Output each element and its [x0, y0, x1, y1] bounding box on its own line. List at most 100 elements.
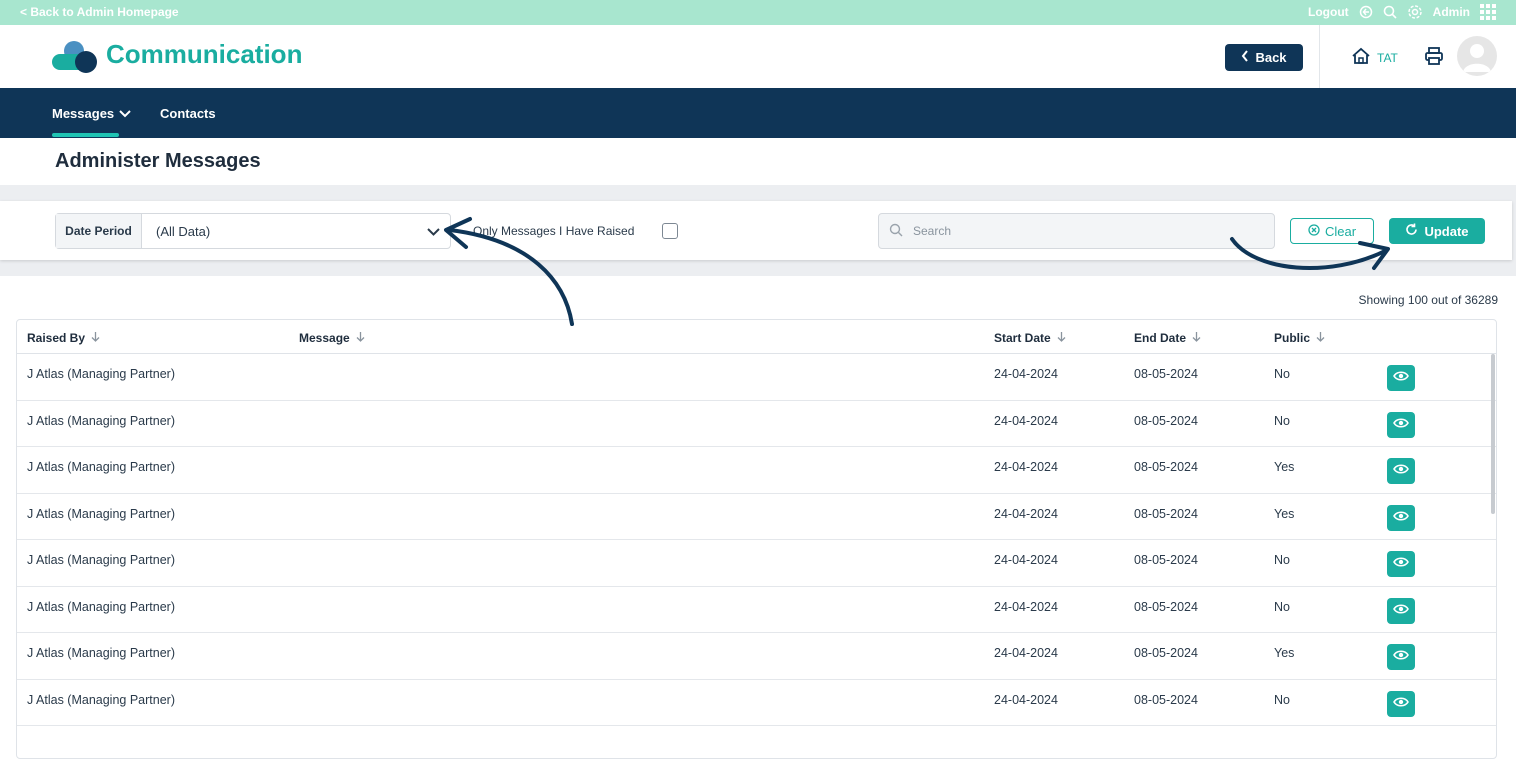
- main-nav: Messages Contacts: [0, 88, 1516, 138]
- cell-end-date: 08-05-2024: [1134, 599, 1198, 614]
- table-row[interactable]: J Atlas (Managing Partner) 24-04-2024 08-0…: [17, 494, 1496, 540]
- table-row[interactable]: J Atlas (Managing Partner) 24-04-2024 08-0…: [17, 633, 1496, 680]
- clear-button[interactable]: Clear: [1290, 218, 1374, 244]
- cell-end-date: 08-05-2024: [1134, 460, 1198, 474]
- search-icon: [889, 223, 903, 240]
- cell-start-date: 24-04-2024: [994, 599, 1058, 614]
- view-button[interactable]: [1387, 458, 1415, 484]
- top-bar-actions: Logout Admin: [1308, 4, 1496, 20]
- messages-table: Raised By Message Start Date End Date Pu…: [16, 319, 1497, 759]
- cell-start-date: 24-04-2024: [994, 646, 1058, 660]
- table-row[interactable]: J Atlas (Managing Partner) 24-04-2024 08-0…: [17, 587, 1496, 633]
- column-end-date[interactable]: End Date: [1134, 331, 1201, 345]
- back-to-admin-link[interactable]: < Back to Admin Homepage: [20, 5, 179, 19]
- eye-icon: [1393, 416, 1409, 434]
- cell-raised-by: J Atlas (Managing Partner): [27, 506, 175, 521]
- column-raised-by-label: Raised By: [27, 331, 86, 345]
- update-button-label: Update: [1424, 223, 1469, 239]
- column-message-label: Message: [299, 331, 350, 345]
- eye-icon: [1393, 369, 1409, 387]
- cell-start-date: 24-04-2024: [994, 413, 1058, 428]
- cell-raised-by: J Atlas (Managing Partner): [27, 599, 175, 614]
- avatar-icon[interactable]: [1457, 36, 1497, 76]
- column-public[interactable]: Public: [1274, 331, 1325, 345]
- refresh-icon: [1405, 223, 1418, 239]
- table-row[interactable]: J Atlas (Managing Partner) 24-04-2024 08-0…: [17, 680, 1496, 726]
- sort-arrow-icon: [1057, 331, 1066, 345]
- view-button[interactable]: [1387, 365, 1415, 391]
- cell-public: Yes: [1274, 506, 1295, 521]
- cell-end-date: 08-05-2024: [1134, 506, 1198, 521]
- table-scrollbar[interactable]: [1491, 354, 1495, 514]
- eye-icon: [1393, 695, 1409, 713]
- sort-arrow-icon: [1192, 331, 1201, 345]
- only-mine-checkbox[interactable]: [662, 223, 678, 239]
- eye-icon: [1393, 462, 1409, 480]
- clear-button-label: Clear: [1324, 223, 1357, 239]
- page-title: Administer Messages: [55, 150, 261, 172]
- home-label: TAT: [1377, 50, 1398, 65]
- gear-icon[interactable]: [1407, 4, 1423, 20]
- cell-start-date: 24-04-2024: [994, 692, 1058, 707]
- eye-icon: [1393, 509, 1409, 527]
- sort-arrow-icon: [1316, 331, 1325, 345]
- column-raised-by[interactable]: Raised By: [27, 331, 100, 345]
- search-input[interactable]: Search: [878, 213, 1275, 249]
- home-icon: [1351, 47, 1371, 68]
- column-start-date[interactable]: Start Date: [994, 331, 1066, 345]
- cell-public: No: [1274, 553, 1290, 567]
- user-name[interactable]: Admin: [1433, 5, 1470, 19]
- date-period-value: (All Data): [156, 223, 211, 239]
- eye-icon: [1393, 602, 1409, 620]
- cell-end-date: 08-05-2024: [1134, 413, 1198, 428]
- eye-icon: [1393, 648, 1409, 666]
- cell-public: No: [1274, 413, 1290, 428]
- nav-messages-label: Messages: [52, 106, 115, 121]
- cell-start-date: 24-04-2024: [994, 460, 1058, 474]
- view-button[interactable]: [1387, 690, 1415, 717]
- printer-icon[interactable]: [1424, 46, 1444, 71]
- cell-public: No: [1274, 599, 1290, 614]
- search-placeholder: Search: [913, 224, 952, 238]
- chevron-down-icon: [427, 224, 440, 239]
- logout-link[interactable]: Logout: [1308, 5, 1349, 19]
- grid-icon[interactable]: [1480, 4, 1496, 20]
- home-link[interactable]: TAT: [1351, 47, 1398, 68]
- nav-contacts[interactable]: Contacts: [160, 106, 216, 121]
- update-button[interactable]: Update: [1389, 218, 1485, 244]
- only-mine-label: Only Messages I Have Raised: [473, 224, 635, 238]
- view-button[interactable]: [1387, 551, 1415, 577]
- date-period-control[interactable]: Date Period (All Data): [55, 213, 451, 249]
- column-start-date-label: Start Date: [994, 331, 1051, 345]
- back-button-label: Back: [1255, 50, 1287, 65]
- logout-icon[interactable]: [1359, 5, 1373, 19]
- nav-messages[interactable]: Messages: [52, 106, 131, 121]
- cell-end-date: 08-05-2024: [1134, 646, 1198, 660]
- table-row[interactable]: J Atlas (Managing Partner) 24-04-2024 08-0…: [17, 354, 1496, 401]
- view-button[interactable]: [1387, 411, 1415, 438]
- date-period-select[interactable]: (All Data): [142, 214, 450, 248]
- cell-raised-by: J Atlas (Managing Partner): [27, 646, 175, 660]
- cell-raised-by: J Atlas (Managing Partner): [27, 553, 175, 567]
- column-message[interactable]: Message: [299, 331, 365, 345]
- cell-raised-by: J Atlas (Managing Partner): [27, 692, 175, 707]
- table-row[interactable]: J Atlas (Managing Partner) 24-04-2024 08-0…: [17, 447, 1496, 494]
- chevron-down-icon: [119, 106, 131, 121]
- cell-public: Yes: [1274, 460, 1295, 474]
- table-row[interactable]: J Atlas (Managing Partner) 24-04-2024 08-0…: [17, 540, 1496, 587]
- app-header: Communication Back TAT: [0, 25, 1516, 88]
- sort-arrow-icon: [91, 331, 100, 345]
- filter-bar: Date Period (All Data) Only Messages I H…: [0, 201, 1512, 260]
- view-button[interactable]: [1387, 644, 1415, 670]
- table-row[interactable]: J Atlas (Managing Partner) 24-04-2024 08-0…: [17, 401, 1496, 447]
- cell-raised-by: J Atlas (Managing Partner): [27, 460, 175, 474]
- column-public-label: Public: [1274, 331, 1311, 345]
- view-button[interactable]: [1387, 504, 1415, 531]
- back-button[interactable]: Back: [1225, 44, 1303, 71]
- results-count: Showing 100 out of 36289: [1358, 293, 1498, 307]
- search-icon[interactable]: [1383, 5, 1397, 19]
- cell-start-date: 24-04-2024: [994, 367, 1058, 381]
- cell-raised-by: J Atlas (Managing Partner): [27, 367, 175, 381]
- view-button[interactable]: [1387, 597, 1415, 624]
- cell-end-date: 08-05-2024: [1134, 367, 1198, 381]
